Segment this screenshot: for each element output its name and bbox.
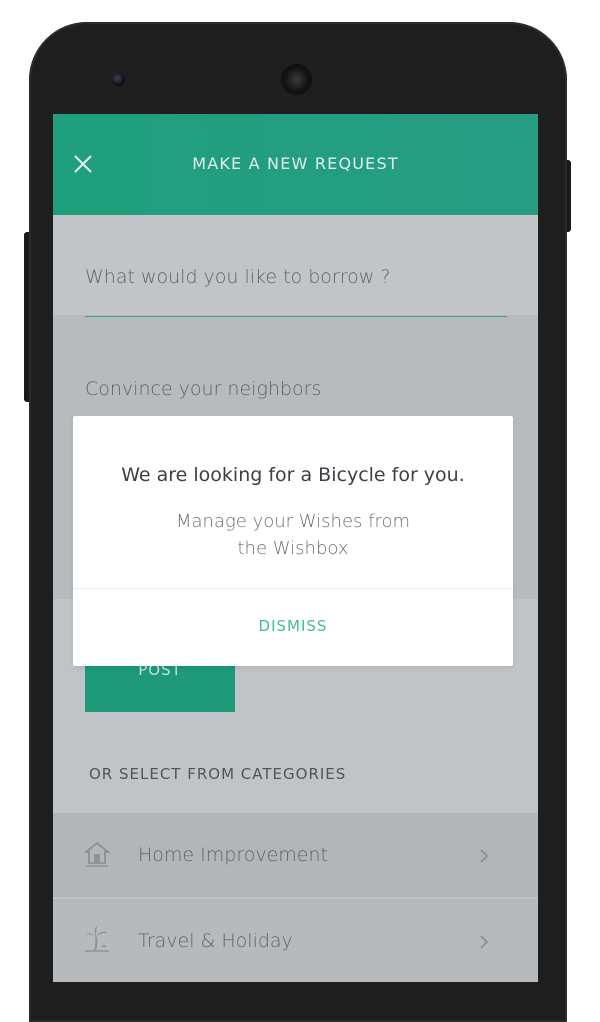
dialog-message: Manage your Wishes from the Wishbox	[73, 508, 513, 562]
borrow-field-background	[53, 215, 538, 315]
categories-heading: OR SELECT FROM CATEGORIES	[89, 765, 347, 783]
confirmation-dialog: We are looking for a Bicycle for you. Ma…	[73, 416, 513, 666]
convince-input[interactable]: Convince your neighbors	[85, 378, 507, 400]
category-label: Home Improvement	[138, 844, 328, 866]
borrow-input-underline	[85, 316, 507, 317]
screen: MAKE A NEW REQUEST What would you like t…	[53, 114, 538, 982]
category-label: Travel & Holiday	[138, 930, 293, 952]
dialog-message-line-1: Manage your Wishes from	[175, 511, 411, 532]
front-camera	[112, 73, 125, 86]
palm-tree-icon	[85, 926, 109, 952]
category-home-improvement[interactable]: Home Improvement	[53, 813, 538, 897]
category-travel-holiday[interactable]: Travel & Holiday	[53, 899, 538, 982]
house-icon	[83, 841, 111, 867]
earpiece-speaker	[283, 66, 310, 93]
dialog-message-line-2: the Wishbox	[237, 538, 349, 559]
chevron-right-icon	[480, 849, 489, 863]
dismiss-button[interactable]: DISMISS	[73, 589, 513, 666]
chevron-right-icon	[480, 935, 489, 949]
app-header: MAKE A NEW REQUEST	[53, 114, 538, 215]
borrow-input[interactable]: What would you like to borrow ?	[85, 266, 507, 288]
dialog-title: We are looking for a Bicycle for you.	[121, 464, 465, 486]
page-title: MAKE A NEW REQUEST	[192, 154, 399, 173]
